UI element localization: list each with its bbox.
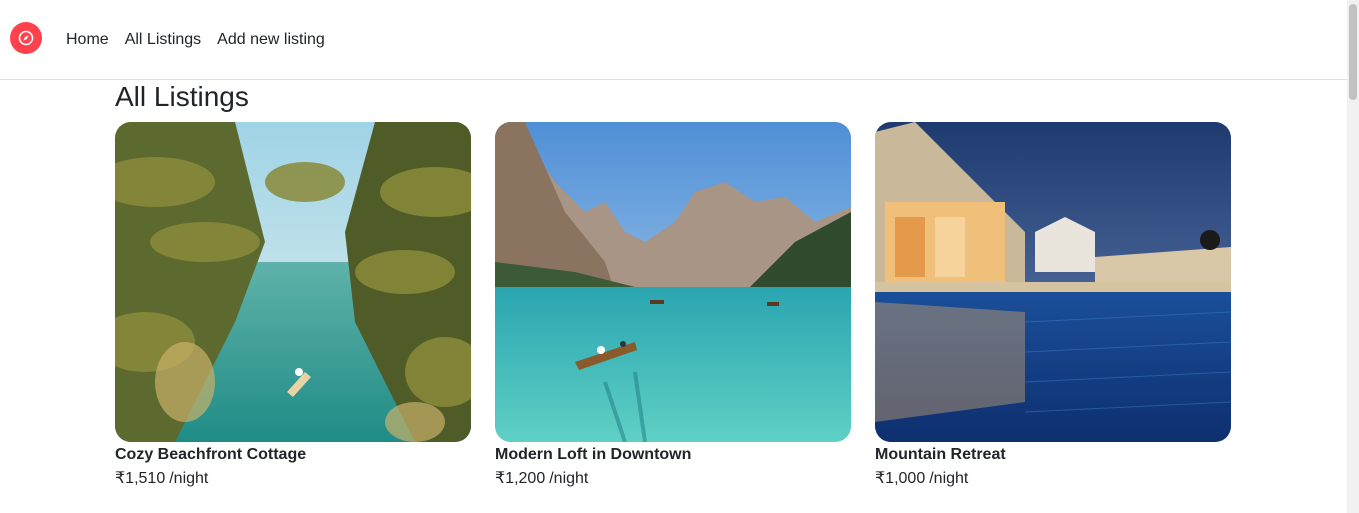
page-title: All Listings bbox=[115, 81, 249, 112]
brand-logo[interactable] bbox=[10, 22, 42, 54]
page-scrollbar[interactable] bbox=[1347, 0, 1359, 513]
scrollbar-thumb[interactable] bbox=[1349, 4, 1357, 100]
nav-link-add-new-listing[interactable]: Add new listing bbox=[217, 30, 325, 49]
price-amount: ₹1,200 bbox=[495, 470, 546, 487]
listing-price: ₹1,510/night bbox=[115, 469, 471, 488]
navbar: Home All Listings Add new listing bbox=[0, 0, 1347, 80]
listing-card[interactable]: Cozy Beachfront Cottage ₹1,510/night bbox=[115, 122, 471, 488]
listing-image-resort-pool[interactable] bbox=[875, 122, 1231, 442]
listing-title[interactable]: Modern Loft in Downtown bbox=[495, 445, 851, 464]
price-unit: /night bbox=[549, 470, 589, 487]
nav-link-all-listings[interactable]: All Listings bbox=[125, 30, 201, 49]
price-unit: /night bbox=[929, 470, 969, 487]
listing-image-mountain-lake[interactable] bbox=[495, 122, 851, 442]
listing-title[interactable]: Mountain Retreat bbox=[875, 445, 1231, 464]
nav-links: Home All Listings Add new listing bbox=[66, 30, 341, 49]
nav-link-home[interactable]: Home bbox=[66, 30, 109, 49]
listing-card[interactable]: Mountain Retreat ₹1,000/night bbox=[875, 122, 1231, 488]
price-amount: ₹1,000 bbox=[875, 470, 926, 487]
listing-card[interactable]: Modern Loft in Downtown ₹1,200/night bbox=[495, 122, 851, 488]
listing-image-tropical-river[interactable] bbox=[115, 122, 471, 442]
listing-price: ₹1,000/night bbox=[875, 469, 1231, 488]
price-amount: ₹1,510 bbox=[115, 470, 166, 487]
compass-icon bbox=[18, 30, 34, 46]
listing-title[interactable]: Cozy Beachfront Cottage bbox=[115, 445, 471, 464]
listing-price: ₹1,200/night bbox=[495, 469, 851, 488]
price-unit: /night bbox=[169, 470, 209, 487]
